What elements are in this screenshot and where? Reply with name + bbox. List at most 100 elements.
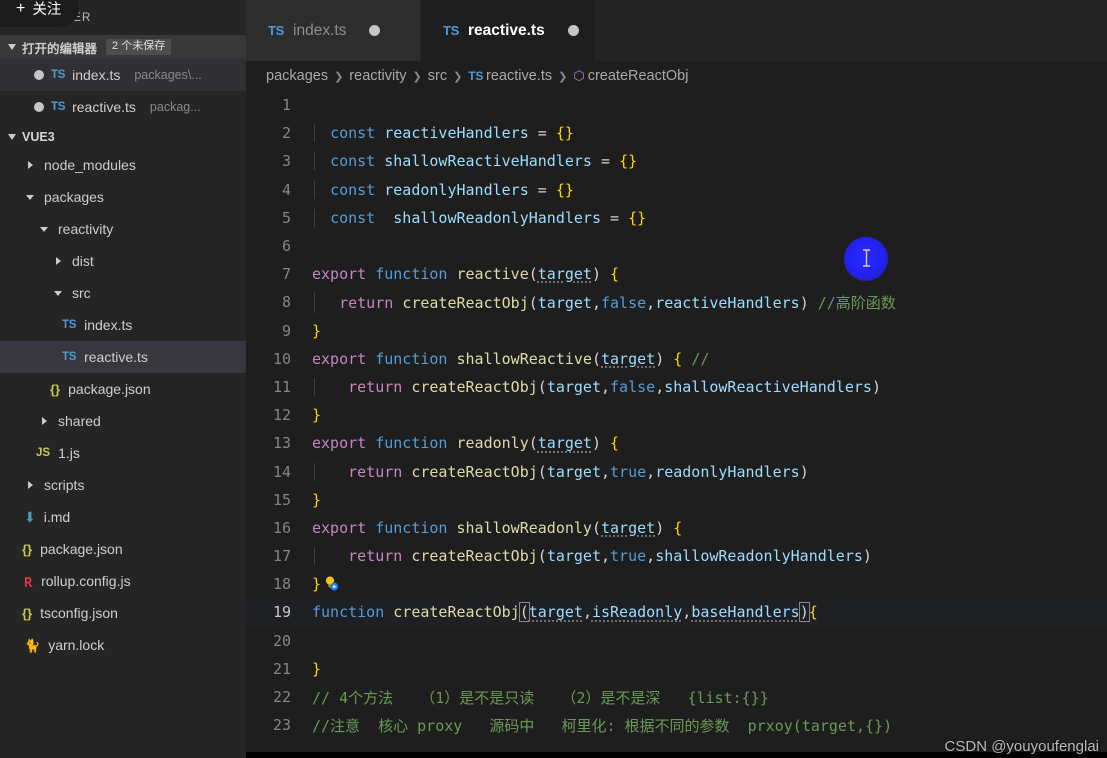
breadcrumb-item-reactive-ts[interactable]: TS reactive.ts xyxy=(468,68,552,84)
code-line[interactable]: 6 xyxy=(246,232,1107,260)
code-line-active[interactable]: 19 function createReactObj(target,isRead… xyxy=(246,598,1107,627)
open-editor-item-index-ts[interactable]: TS index.ts packages\... xyxy=(0,59,246,91)
breadcrumb-item-packages[interactable]: packages xyxy=(266,68,328,84)
breadcrumb-item-src[interactable]: src xyxy=(428,68,447,84)
code-line[interactable]: 21 } xyxy=(246,655,1107,683)
typescript-icon: TS xyxy=(268,23,285,38)
line-content[interactable]: return createReactObj(target,false,react… xyxy=(312,291,896,313)
code-line[interactable]: 9 } xyxy=(246,317,1107,345)
line-number: 7 xyxy=(281,265,291,284)
tree-item-package-json-inner[interactable]: {} package.json xyxy=(0,373,246,405)
tree-item-package-json-root[interactable]: {} package.json xyxy=(0,533,246,565)
line-content[interactable]: function createReactObj(target,isReadonl… xyxy=(312,602,818,623)
code-line[interactable]: 7 export function reactive(target) { xyxy=(246,260,1107,288)
tree-item-label: shared xyxy=(58,413,101,429)
tree-item-rollup-config-js[interactable]: 𝈖 rollup.config.js xyxy=(0,565,246,597)
line-content[interactable]: //注意 核心 proxy 源码中 柯里化: 根据不同的参数 prxoy(tar… xyxy=(312,715,892,736)
line-content[interactable]: export function shallowReactive(target) … xyxy=(312,350,709,368)
line-content[interactable]: return createReactObj(target,false,shall… xyxy=(312,377,881,396)
line-number: 2 xyxy=(281,124,291,143)
yarn-icon: 🐈 xyxy=(24,637,41,653)
line-content[interactable]: export function readonly(target) { xyxy=(312,434,619,452)
chevron-down-icon xyxy=(50,285,66,301)
tree-item-tsconfig-json[interactable]: {} tsconfig.json xyxy=(0,597,246,629)
code-line[interactable]: 10 export function shallowReactive(targe… xyxy=(246,345,1107,373)
project-root-header[interactable]: VUE3 xyxy=(0,125,246,149)
line-content[interactable]: } xyxy=(312,491,321,509)
line-number: 23 xyxy=(272,716,291,735)
unsaved-dot-icon[interactable] xyxy=(369,25,381,36)
code-line[interactable]: 23 //注意 核心 proxy 源码中 柯里化: 根据不同的参数 prxoy(… xyxy=(246,711,1107,739)
line-content[interactable]: } xyxy=(312,575,339,593)
line-content[interactable]: // 4个方法 （1）是不是只读 （2）是不是深 {list:{}} xyxy=(312,687,769,708)
code-line[interactable]: 14 return createReactObj(target,true,rea… xyxy=(246,457,1107,485)
tree-item-node-modules[interactable]: node_modules xyxy=(0,149,246,181)
unsaved-dot-icon[interactable] xyxy=(567,25,579,36)
breadcrumb-item-createreactobj[interactable]: ⬡ createReactObj xyxy=(573,68,688,84)
tree-item-i-md[interactable]: ⬇ i.md xyxy=(0,501,246,533)
tree-item-yarn-lock[interactable]: 🐈 yarn.lock xyxy=(0,629,246,661)
line-content[interactable]: return createReactObj(target,true,readon… xyxy=(312,462,809,481)
tab-reactive-ts[interactable]: TS reactive.ts xyxy=(421,0,596,61)
line-content[interactable]: const shallowReadonlyHandlers = {} xyxy=(312,208,646,227)
csdn-follow-button[interactable]: + 关注 xyxy=(0,0,80,27)
chevron-right-icon: ❯ xyxy=(453,70,463,83)
code-line[interactable]: 20 xyxy=(246,627,1107,655)
line-content[interactable]: const shallowReactiveHandlers = {} xyxy=(312,152,637,171)
symbol-cube-icon: ⬡ xyxy=(573,68,585,83)
line-content[interactable]: return createReactObj(target,true,shallo… xyxy=(312,547,872,566)
code-line[interactable]: 13 export function readonly(target) { xyxy=(246,429,1107,457)
tree-item-label: tsconfig.json xyxy=(40,605,118,621)
code-line[interactable]: 4 const readonlyHandlers = {} xyxy=(246,176,1107,204)
tab-index-ts[interactable]: TS index.ts xyxy=(246,0,421,61)
line-content[interactable]: const reactiveHandlers = {} xyxy=(312,124,574,143)
tree-item-label: package.json xyxy=(68,381,151,397)
line-number: 14 xyxy=(272,462,291,481)
open-editor-item-reactive-ts[interactable]: TS reactive.ts packag... xyxy=(0,91,246,123)
chevron-right-icon: ❯ xyxy=(412,70,422,83)
unsaved-dot-icon xyxy=(34,102,44,112)
tree-item-src[interactable]: src xyxy=(0,277,246,309)
code-line[interactable]: 2 const reactiveHandlers = {} xyxy=(246,119,1107,147)
tree-item-packages[interactable]: packages xyxy=(0,181,246,213)
tree-item-dist[interactable]: dist xyxy=(0,245,246,277)
plus-icon: + xyxy=(16,0,26,17)
tree-item-reactive-ts[interactable]: TS reactive.ts xyxy=(0,341,246,373)
code-line[interactable]: 15 } xyxy=(246,486,1107,514)
line-number: 8 xyxy=(281,293,291,312)
code-line[interactable]: 18 } xyxy=(246,570,1107,598)
code-line[interactable]: 16 export function shallowReadonly(targe… xyxy=(246,514,1107,542)
tree-item-index-ts[interactable]: TS index.ts xyxy=(0,309,246,341)
tree-item-scripts[interactable]: scripts xyxy=(0,469,246,501)
code-line[interactable]: 17 return createReactObj(target,true,sha… xyxy=(246,542,1107,570)
open-editor-name: reactive.ts xyxy=(72,99,136,115)
line-content[interactable]: export function reactive(target) { xyxy=(312,265,619,283)
code-line[interactable]: 11 return createReactObj(target,false,sh… xyxy=(246,373,1107,401)
tree-item-reactivity[interactable]: reactivity xyxy=(0,213,246,245)
line-content[interactable]: } xyxy=(312,660,321,678)
line-content[interactable]: } xyxy=(312,406,321,424)
line-content[interactable]: export function shallowReadonly(target) … xyxy=(312,519,682,537)
lightbulb-icon[interactable] xyxy=(322,575,339,592)
typescript-icon: TS xyxy=(51,101,66,113)
open-editors-section-header[interactable]: 打开的编辑器 2 个未保存 xyxy=(0,35,246,59)
rollup-icon: 𝈖 xyxy=(24,574,33,590)
line-content[interactable]: const readonlyHandlers = {} xyxy=(312,180,574,199)
code-line[interactable]: 5 const shallowReadonlyHandlers = {} xyxy=(246,204,1107,232)
line-number: 18 xyxy=(272,575,291,594)
breadcrumb-item-reactivity[interactable]: reactivity xyxy=(349,68,406,84)
breadcrumb-label: reactive.ts xyxy=(486,68,553,84)
tree-item-shared[interactable]: shared xyxy=(0,405,246,437)
code-line[interactable]: 1 xyxy=(246,91,1107,119)
code-line[interactable]: 12 } xyxy=(246,401,1107,429)
code-line[interactable]: 8 return createReactObj(target,false,rea… xyxy=(246,288,1107,316)
line-number: 22 xyxy=(272,688,291,707)
code-editor[interactable]: 1 2 const reactiveHandlers = {} 3 const … xyxy=(246,91,1107,758)
line-number: 17 xyxy=(272,547,291,566)
line-number: 9 xyxy=(281,321,291,340)
code-line[interactable]: 3 const shallowReactiveHandlers = {} xyxy=(246,147,1107,175)
code-line[interactable]: 22 // 4个方法 （1）是不是只读 （2）是不是深 {list:{}} xyxy=(246,683,1107,711)
tree-item-1-js[interactable]: JS 1.js xyxy=(0,437,246,469)
line-content[interactable]: } xyxy=(312,322,321,340)
tree-item-label: dist xyxy=(72,253,94,269)
